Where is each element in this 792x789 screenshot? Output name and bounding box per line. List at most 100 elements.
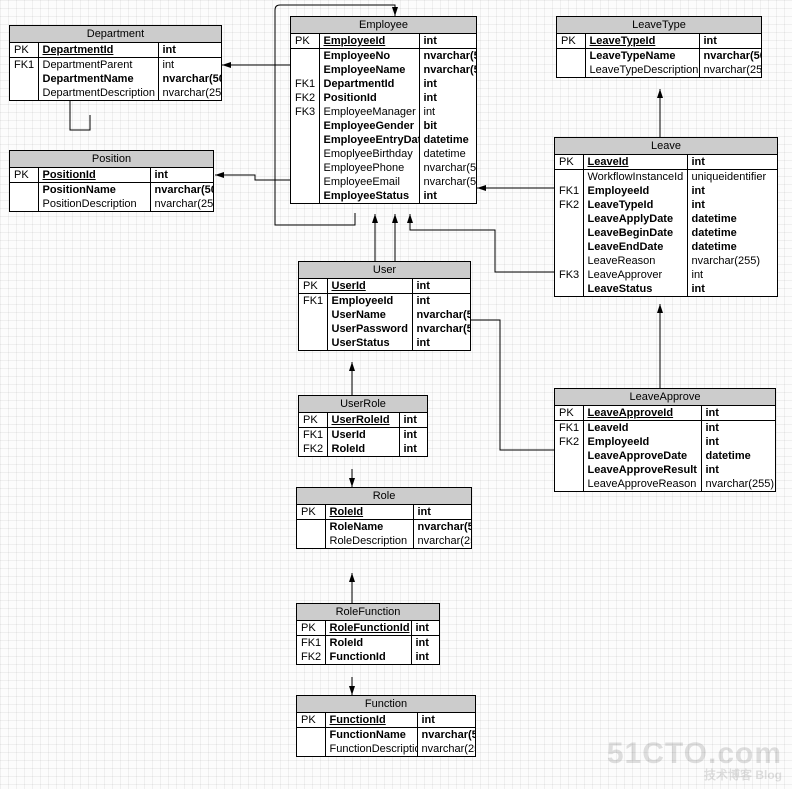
field-type: int [687,155,777,170]
key-cell [555,463,583,477]
key-cell [299,308,327,322]
key-cell [555,240,583,254]
field-type: bit [419,119,476,133]
key-cell: PK [555,155,583,170]
field-name: LeaveApproveResult [583,463,701,477]
field-name: RoleDescription [325,534,413,548]
field-type: int [399,413,427,428]
field-type: nvarchar(255) [417,742,475,756]
field-type: nvarchar(50) [699,49,761,63]
field-name: RoleId [327,442,399,456]
key-cell: PK [555,406,583,421]
key-cell [10,197,38,211]
field-name: LeaveApproveDate [583,449,701,463]
field-name: DepartmentDescription [38,86,158,100]
key-cell [297,534,325,548]
key-cell [555,254,583,268]
key-cell: PK [299,413,327,428]
field-name: FunctionName [325,728,417,742]
key-cell [291,63,319,77]
entity-position: Position PKPositionIdintPositionNamenvar… [9,150,214,212]
key-cell: PK [10,168,38,183]
key-cell: FK2 [299,442,327,456]
field-type: int [158,58,221,72]
field-type: datetime [419,133,476,147]
field-type: nvarchar(50) [419,49,476,63]
field-type: nvarchar(255) [687,254,777,268]
field-name: LeaveStatus [583,282,687,296]
field-type: int [399,442,427,456]
entity-user: User PKUserIdintFK1EmployeeIdintUserName… [298,261,471,351]
key-cell [297,742,325,756]
key-cell [557,49,585,63]
entity-title: Employee [291,17,476,34]
key-cell: FK3 [555,268,583,282]
field-name: EmployeeEmail [319,175,419,189]
entity-title: Leave [555,138,777,155]
entity-title: User [299,262,470,279]
key-cell: FK1 [10,58,38,72]
field-type: nvarchar(50) [419,161,476,175]
key-cell [291,189,319,203]
key-cell: FK2 [555,198,583,212]
key-cell [10,183,38,197]
field-type: int [417,713,475,728]
field-name: LeaveEndDate [583,240,687,254]
field-type: int [150,168,213,183]
key-cell: PK [291,34,319,49]
key-cell [299,336,327,350]
field-name: PositionId [319,91,419,105]
key-cell: FK2 [291,91,319,105]
field-type: nvarchar(255) [699,63,761,77]
field-name: WorkflowInstanceId [583,170,687,184]
field-type: int [412,294,470,308]
key-cell [10,86,38,100]
field-name: UserId [327,279,412,294]
field-type: int [419,77,476,91]
field-type: int [699,34,761,49]
key-cell [555,282,583,296]
field-name: UserStatus [327,336,412,350]
field-type: int [687,198,777,212]
field-name: EmployeeId [583,184,687,198]
field-name: EmployeeNo [319,49,419,63]
field-name: LeaveId [583,421,701,435]
field-type: int [419,91,476,105]
key-cell: FK1 [299,428,327,442]
field-name: FunctionDescription [325,742,417,756]
key-cell: PK [297,505,325,520]
field-name: EmployeeEntryDate [319,133,419,147]
field-name: LeaveTypeName [585,49,699,63]
entity-title: Function [297,696,475,713]
entity-leavetype: LeaveType PKLeaveTypeIdintLeaveTypeNamen… [556,16,762,78]
field-type: int [701,435,775,449]
entity-role: Role PKRoleIdintRoleNamenvarchar(50)Role… [296,487,472,549]
key-cell: FK2 [297,650,325,664]
field-name: PositionName [38,183,150,197]
field-name: RoleId [325,636,411,650]
field-name: LeaveApplyDate [583,212,687,226]
field-type: datetime [687,212,777,226]
key-cell [291,175,319,189]
field-name: FunctionId [325,713,417,728]
entity-title: LeaveType [557,17,761,34]
field-type: nvarchar(255) [158,86,221,100]
field-type: int [399,428,427,442]
field-name: RoleId [325,505,413,520]
key-cell [291,161,319,175]
field-name: LeaveApprover [583,268,687,282]
key-cell [555,226,583,240]
field-name: UserPassword [327,322,412,336]
field-name: LeaveTypeId [583,198,687,212]
entity-rolefunction: RoleFunction PKRoleFunctionIdintFK1RoleI… [296,603,440,665]
field-type: int [412,279,470,294]
field-type: nvarchar(50) [412,308,470,322]
field-type: int [701,463,775,477]
field-type: datetime [419,147,476,161]
field-name: LeaveBeginDate [583,226,687,240]
field-type: int [411,636,439,650]
field-type: datetime [701,449,775,463]
key-cell: FK1 [555,184,583,198]
key-cell: FK2 [555,435,583,449]
key-cell [297,520,325,534]
